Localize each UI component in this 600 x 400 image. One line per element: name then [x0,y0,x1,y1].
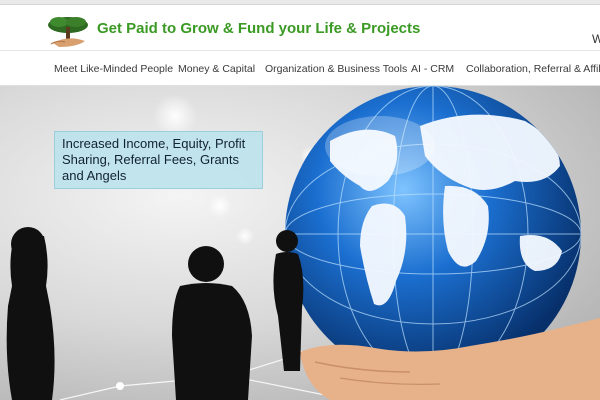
nav-item-business-tools[interactable]: Organization & Business Tools [265,63,407,75]
light-spot [208,194,232,218]
hero-callout: Increased Income, Equity, Profit Sharing… [54,131,263,189]
nav-item-meet-people[interactable]: Meet Like-Minded People [54,63,173,75]
nav-item-collaboration[interactable]: Collaboration, Referral & Affiliate [466,63,600,75]
nav-item-ai-crm[interactable]: AI - CRM [411,63,454,75]
hero-banner: Increased Income, Equity, Profit Sharing… [0,86,600,400]
light-spot [236,227,254,245]
person-silhouette [188,246,224,282]
nav-item-money-capital[interactable]: Money & Capital [178,63,255,75]
brand-title[interactable]: Get Paid to Grow & Fund your Life & Proj… [97,20,420,37]
tree-logo-icon[interactable] [45,13,91,51]
header-right-text[interactable]: W [592,32,600,46]
people-silhouettes [6,227,304,400]
main-navigation: Meet Like-Minded People Money & Capital … [0,50,600,86]
person-silhouette [276,230,298,252]
globe-highlight [325,116,435,176]
site-header: Get Paid to Grow & Fund your Life & Proj… [0,5,600,50]
